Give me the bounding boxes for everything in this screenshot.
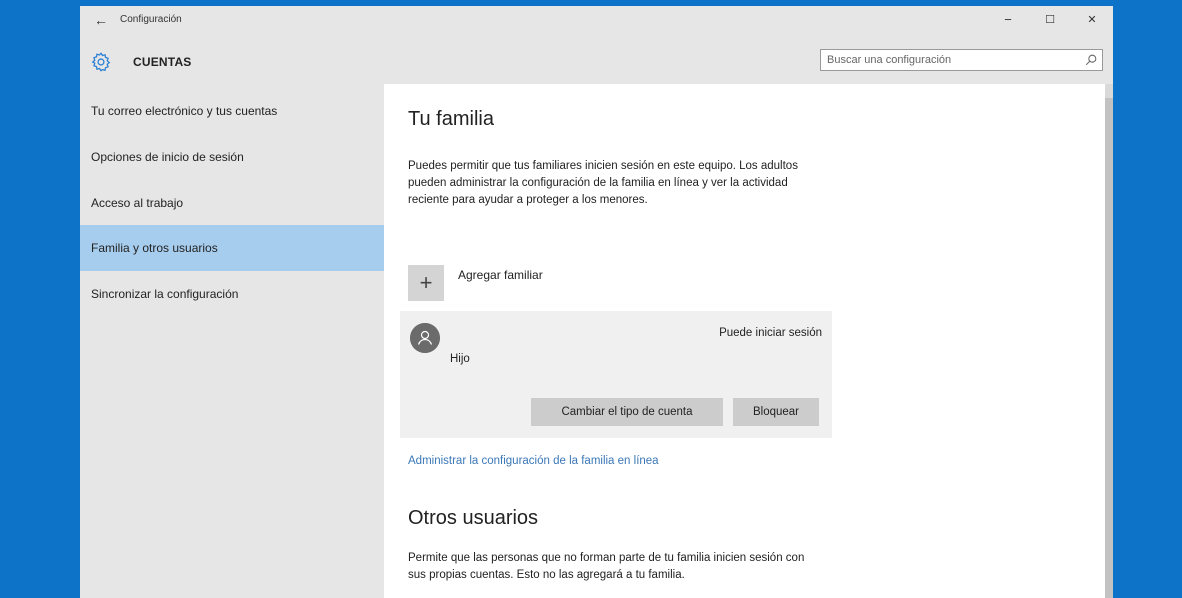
maximize-button[interactable]: ☐ [1035,10,1065,30]
back-arrow-icon[interactable]: ← [90,10,112,30]
window-title: Configuración [120,14,182,25]
title-bar: ← Configuración − ☐ ✕ CUENTAS [80,6,1113,84]
family-description: Puedes permitir que tus familiares inici… [408,160,798,206]
block-button[interactable]: Bloquear [733,398,819,426]
plus-icon: + [419,270,433,295]
gear-icon [91,52,111,72]
user-avatar-icon [410,323,440,353]
settings-window: ← Configuración − ☐ ✕ CUENTAS Tu correo … [80,6,1113,598]
search-box[interactable] [820,49,1103,71]
sidebar-item-sign-in-options[interactable]: Opciones de inicio de sesión [80,134,384,180]
other-users-description: Permite que las personas que no forman p… [408,552,805,581]
other-users-heading: Otros usuarios [408,507,539,529]
section-title: CUENTAS [133,55,192,69]
minimize-button[interactable]: − [993,10,1023,30]
search-input[interactable] [821,50,1083,70]
sidebar-item-work-access[interactable]: Acceso al trabajo [80,180,384,226]
main-content: Tu familia Puedes permitir que tus famil… [384,84,1113,598]
add-family-button[interactable]: + [408,265,444,301]
add-family-label[interactable]: Agregar familiar [458,268,543,282]
sidebar: Tu correo electrónico y tus cuentas Opci… [80,84,384,598]
change-account-type-button[interactable]: Cambiar el tipo de cuenta [531,398,723,426]
family-heading: Tu familia [408,108,494,130]
sidebar-item-sync-settings[interactable]: Sincronizar la configuración [80,271,384,317]
member-status: Puede iniciar sesión [719,327,822,339]
manage-family-online-link[interactable]: Administrar la configuración de la famil… [408,455,659,467]
scrollbar-thumb[interactable] [1105,98,1113,598]
family-member-card[interactable]: Puede iniciar sesión Hijo Cambiar el tip… [400,311,832,438]
sidebar-item-family-users[interactable]: Familia y otros usuarios [80,225,384,271]
close-button[interactable]: ✕ [1077,10,1107,30]
sidebar-item-email-accounts[interactable]: Tu correo electrónico y tus cuentas [80,88,384,134]
search-icon[interactable] [1084,53,1098,67]
member-name: Hijo [450,353,470,365]
